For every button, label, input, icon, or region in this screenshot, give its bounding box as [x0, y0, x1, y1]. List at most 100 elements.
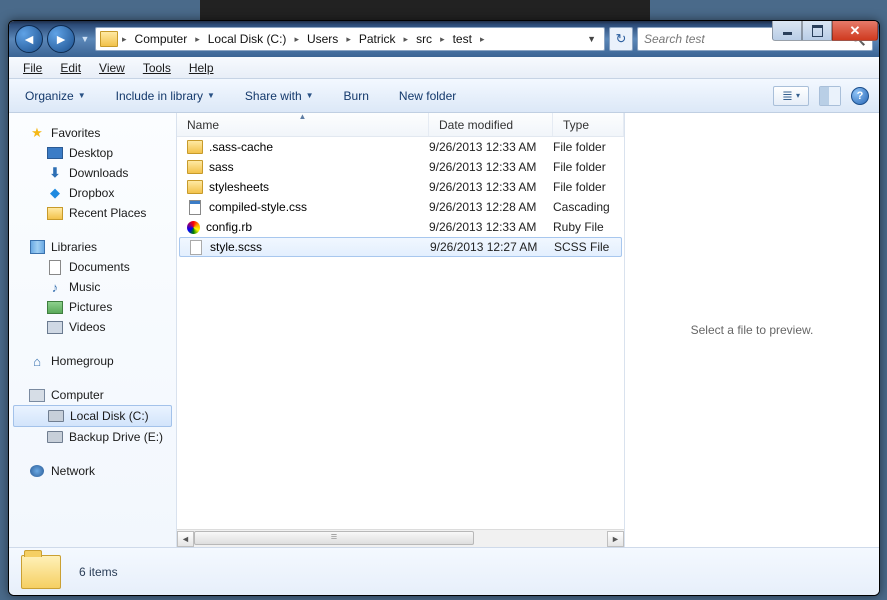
videos-icon [47, 319, 63, 335]
breadcrumb-arrow-icon[interactable]: ▸ [193, 34, 202, 45]
menu-tools[interactable]: Tools [135, 59, 179, 77]
file-row[interactable]: sass9/26/2013 12:33 AMFile folder [177, 157, 624, 177]
sort-ascending-icon: ▲ [299, 113, 307, 121]
libraries-icon [29, 239, 45, 255]
column-headers: Name▲ Date modified Type [177, 113, 624, 137]
explorer-window: ✕ ◄ ► ▼ ▸ Computer ▸ Local Disk (C:) ▸ U… [8, 20, 880, 596]
column-name[interactable]: Name▲ [177, 113, 429, 136]
breadcrumb-arrow-icon[interactable]: ▸ [120, 34, 129, 45]
nav-dropbox[interactable]: ◆Dropbox [9, 183, 176, 203]
file-name: sass [209, 160, 234, 174]
address-dropdown-icon[interactable]: ▼ [585, 34, 600, 44]
pictures-icon [47, 299, 63, 315]
file-icon [188, 239, 204, 255]
nav-downloads[interactable]: ⬇Downloads [9, 163, 176, 183]
nav-homegroup[interactable]: ⌂Homegroup [9, 351, 176, 371]
details-pane: 6 items [9, 547, 879, 595]
new-folder-button[interactable]: New folder [393, 86, 462, 106]
file-rows: .sass-cache9/26/2013 12:33 AMFile folder… [177, 137, 624, 529]
file-name: compiled-style.css [209, 200, 307, 214]
breadcrumb-patrick[interactable]: Patrick [355, 32, 400, 46]
network-icon [29, 463, 45, 479]
file-row[interactable]: .sass-cache 9/26/2013 12:33 AMFile folder [177, 137, 624, 157]
cfg-icon [187, 221, 200, 234]
organize-button[interactable]: Organize▼ [19, 86, 92, 106]
file-date: 9/26/2013 12:27 AM [430, 240, 554, 254]
nav-backup-drive-e[interactable]: Backup Drive (E:) [9, 427, 176, 447]
breadcrumb-users[interactable]: Users [303, 32, 342, 46]
file-date: 9/26/2013 12:33 AM [429, 220, 553, 234]
nav-recent-places[interactable]: Recent Places [9, 203, 176, 223]
file-row[interactable]: style.scss9/26/2013 12:27 AMSCSS File [179, 237, 622, 257]
file-name: .sass-cache [209, 140, 273, 154]
folder-icon [100, 31, 118, 47]
close-button[interactable]: ✕ [832, 21, 878, 41]
file-row[interactable]: config.rb9/26/2013 12:33 AMRuby File [177, 217, 624, 237]
nav-libraries[interactable]: Libraries [9, 237, 176, 257]
minimize-button[interactable] [772, 21, 802, 41]
breadcrumb-test[interactable]: test [449, 32, 476, 46]
menu-view[interactable]: View [91, 59, 133, 77]
preview-empty-text: Select a file to preview. [691, 323, 814, 337]
forward-button[interactable]: ► [47, 25, 75, 53]
file-row[interactable]: compiled-style.css9/26/2013 12:28 AMCasc… [177, 197, 624, 217]
window-controls: ✕ [772, 21, 878, 41]
file-date: 9/26/2013 12:33 AM [429, 180, 553, 194]
history-dropdown[interactable]: ▼ [79, 34, 91, 44]
nav-music[interactable]: ♪Music [9, 277, 176, 297]
horizontal-scrollbar[interactable]: ◄ ► [177, 529, 624, 547]
folder-icon [187, 159, 203, 175]
burn-button[interactable]: Burn [338, 86, 375, 106]
nav-documents[interactable]: Documents [9, 257, 176, 277]
folder-icon [187, 139, 203, 155]
background-window [200, 0, 650, 20]
documents-icon [47, 259, 63, 275]
nav-favorites[interactable]: ★Favorites [9, 123, 176, 143]
file-name: stylesheets [209, 180, 269, 194]
file-date: 9/26/2013 12:33 AM [429, 160, 553, 174]
include-in-library-button[interactable]: Include in library▼ [110, 86, 221, 106]
file-name: config.rb [206, 220, 252, 234]
back-button[interactable]: ◄ [15, 25, 43, 53]
menu-edit[interactable]: Edit [52, 59, 89, 77]
scroll-left-button[interactable]: ◄ [177, 531, 194, 547]
menu-help[interactable]: Help [181, 59, 222, 77]
main-panel: Name▲ Date modified Type .sass-cache 9/26… [177, 113, 879, 547]
scroll-track[interactable] [194, 531, 607, 547]
scroll-right-button[interactable]: ► [607, 531, 624, 547]
file-date: 9/26/2013 12:28 AM [429, 200, 553, 214]
breadcrumb-arrow-icon[interactable]: ▸ [402, 34, 411, 45]
maximize-button[interactable] [802, 21, 832, 41]
file-row[interactable]: stylesheets 9/26/2013 12:33 AMFile folder [177, 177, 624, 197]
file-type: File folder [553, 180, 624, 194]
breadcrumb-src[interactable]: src [412, 32, 436, 46]
nav-desktop[interactable]: Desktop [9, 143, 176, 163]
column-date-modified[interactable]: Date modified [429, 113, 553, 136]
menu-file[interactable]: File [15, 59, 50, 77]
disk-icon [47, 429, 63, 445]
help-button[interactable]: ? [851, 87, 869, 105]
nav-pictures[interactable]: Pictures [9, 297, 176, 317]
breadcrumb-arrow-icon[interactable]: ▸ [344, 34, 353, 45]
breadcrumb-arrow-icon[interactable]: ▸ [292, 34, 301, 45]
breadcrumb-arrow-icon[interactable]: ▸ [478, 34, 487, 45]
nav-computer[interactable]: Computer [9, 385, 176, 405]
content-area: ★Favorites Desktop ⬇Downloads ◆Dropbox R… [9, 113, 879, 547]
file-list: Name▲ Date modified Type .sass-cache 9/26… [177, 113, 625, 547]
file-date: 9/26/2013 12:33 AM [429, 140, 553, 154]
nav-videos[interactable]: Videos [9, 317, 176, 337]
view-options-button[interactable] [773, 86, 809, 106]
address-bar[interactable]: ▸ Computer ▸ Local Disk (C:) ▸ Users ▸ P… [95, 27, 605, 51]
nav-local-disk-c[interactable]: Local Disk (C:) [13, 405, 172, 427]
share-with-button[interactable]: Share with▼ [239, 86, 320, 106]
disk-icon [48, 408, 64, 424]
preview-pane-button[interactable] [819, 86, 841, 106]
refresh-button[interactable]: ↻ [609, 27, 633, 51]
breadcrumb-computer[interactable]: Computer [131, 32, 192, 46]
nav-network[interactable]: Network [9, 461, 176, 481]
scroll-thumb[interactable] [194, 531, 474, 545]
breadcrumb-local-disk[interactable]: Local Disk (C:) [204, 32, 291, 46]
column-type[interactable]: Type [553, 113, 624, 136]
file-type: File folder [553, 140, 624, 154]
breadcrumb-arrow-icon[interactable]: ▸ [438, 34, 447, 45]
